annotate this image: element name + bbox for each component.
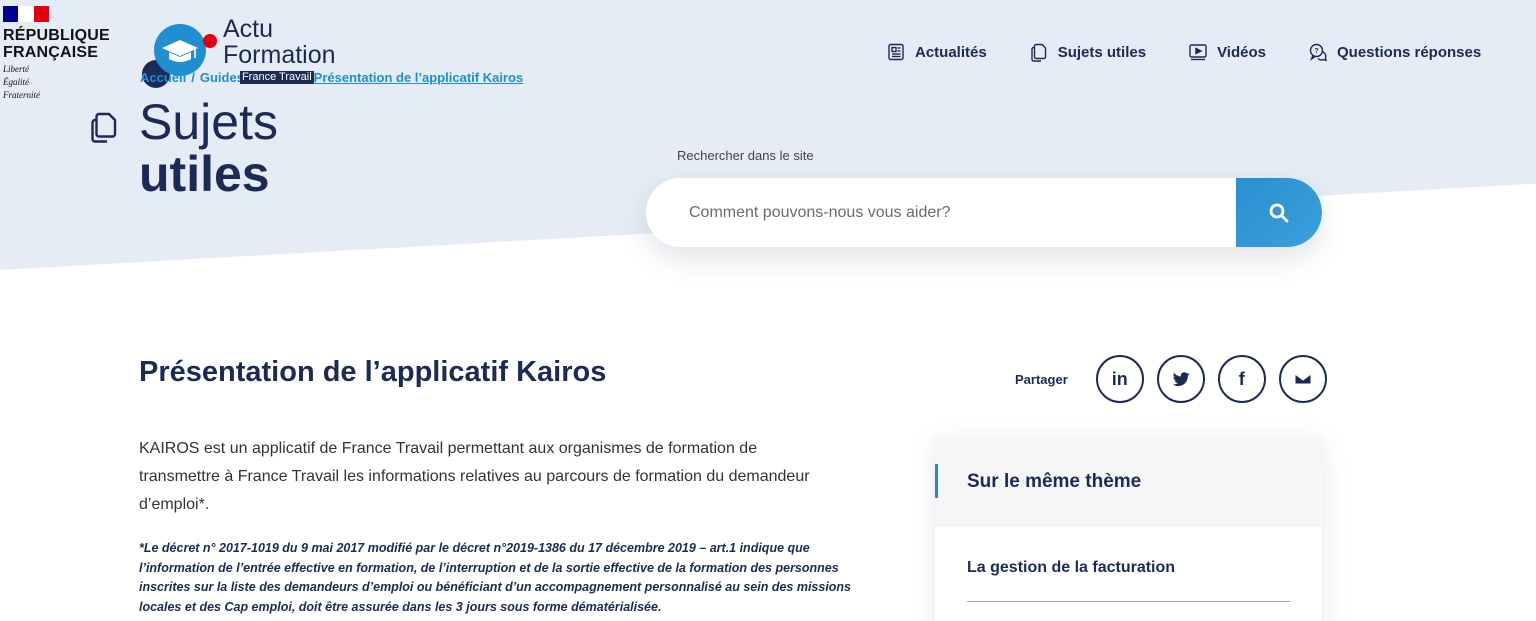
nav-item-label: Questions réponses <box>1336 43 1482 61</box>
nav-item-label: Sujets utiles <box>1057 43 1147 61</box>
linkedin-icon: in <box>1111 368 1128 389</box>
main-navigation: Actualités Sujets utiles Vidéos ? Questi… <box>886 42 1481 62</box>
search-input[interactable] <box>646 178 1236 247</box>
envelope-icon <box>1294 373 1312 385</box>
search-label: Rechercher dans le site <box>677 148 814 163</box>
logo-text-line2: Formation <box>223 41 336 69</box>
breadcrumb-current-page[interactable]: Présentation de l’applicatif Kairos <box>314 70 524 85</box>
share-linkedin-button[interactable]: in <box>1095 355 1144 403</box>
newspaper-icon <box>888 43 904 61</box>
related-topic-link[interactable]: La gestion de la facturation <box>967 559 1290 602</box>
logo-text-line1: Actu <box>223 15 274 43</box>
section-title: Sujets utiles <box>139 96 278 200</box>
rf-motto-2: Égalité <box>3 77 29 87</box>
breadcrumb-guides-link[interactable]: Guides <box>200 70 244 85</box>
share-label: Partager <box>1015 371 1068 387</box>
breadcrumb-separator: / <box>191 70 195 85</box>
rf-motto-1: Liberté <box>3 64 29 74</box>
french-flag-icon <box>3 6 49 22</box>
republique-francaise-logo[interactable]: RÉPUBLIQUE FRANÇAISE Liberté Égalité Fra… <box>3 6 118 100</box>
search-icon <box>1269 203 1289 222</box>
article-body: KAIROS est un applicatif de France Trava… <box>139 440 810 513</box>
nav-item-actualites[interactable]: Actualités <box>886 42 987 62</box>
logo-text: Actu Formation <box>223 16 336 68</box>
france-travail-badge: France Travail <box>239 71 314 84</box>
rf-motto-3: Fraternité <box>3 90 40 100</box>
article-footnote: *Le décret n° 2017-1019 du 9 mai 2017 mo… <box>139 541 852 614</box>
nav-item-questions-reponses[interactable]: ? Questions réponses <box>1308 42 1481 62</box>
related-topics-header: Sur le même thème <box>935 437 1322 527</box>
article-title: Présentation de l’applicatif Kairos <box>139 356 607 388</box>
search-box <box>646 178 1322 247</box>
share-facebook-button[interactable]: f <box>1217 355 1266 403</box>
related-topics-title: Sur le même thème <box>967 471 1142 492</box>
video-icon <box>1189 44 1207 61</box>
rf-name-line2: FRANÇAISE <box>3 44 99 61</box>
twitter-icon <box>1172 372 1190 387</box>
search-button[interactable] <box>1236 178 1322 247</box>
nav-item-label: Actualités <box>915 43 987 61</box>
nav-item-label: Vidéos <box>1217 43 1266 61</box>
svg-text:?: ? <box>1314 48 1318 55</box>
share-twitter-button[interactable] <box>1156 355 1205 403</box>
nav-item-videos[interactable]: Vidéos <box>1188 42 1266 62</box>
share-bar: Partager in f <box>1015 355 1327 403</box>
share-email-button[interactable] <box>1278 355 1327 403</box>
logo-dot-red <box>203 34 217 48</box>
section-title-line2: utiles <box>139 146 270 202</box>
breadcrumb: Accueil / Guides France Travail Présenta… <box>140 70 523 85</box>
chat-bubbles-icon: ? <box>1309 43 1327 62</box>
nav-item-sujets-utiles[interactable]: Sujets utiles <box>1029 42 1146 62</box>
documents-icon <box>1031 43 1046 62</box>
related-topics-card: Sur le même thème La gestion de la factu… <box>935 437 1322 621</box>
graduation-cap-icon <box>162 40 198 62</box>
rf-name-line1: RÉPUBLIQUE <box>3 27 110 44</box>
facebook-icon: f <box>1238 368 1245 389</box>
section-title-line1: Sujets <box>139 94 278 150</box>
breadcrumb-home-link[interactable]: Accueil <box>140 70 186 85</box>
documents-icon <box>91 112 117 143</box>
